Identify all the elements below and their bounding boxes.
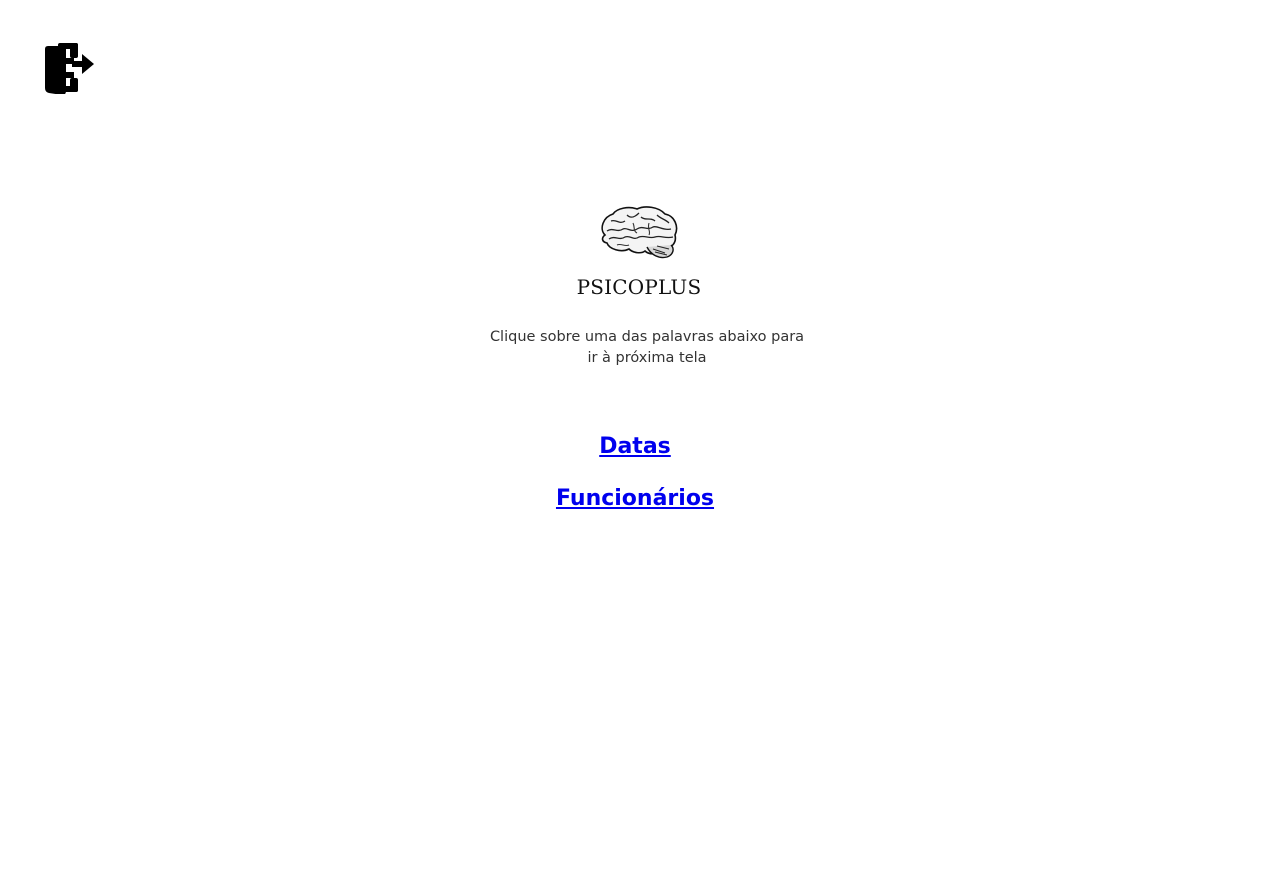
instructions-text: Clique sobre uma das palavras abaixo par… <box>489 329 805 366</box>
datas-link[interactable]: Datas <box>599 434 671 459</box>
logout-button[interactable] <box>44 42 96 94</box>
brain-icon <box>601 206 678 259</box>
nav-link-datas-container: Datas <box>0 434 1270 459</box>
brain-logo <box>597 205 679 261</box>
funcionarios-link[interactable]: Funcionários <box>556 486 714 511</box>
logout-icon <box>45 43 94 94</box>
app-title: PSICOPLUS <box>576 275 702 299</box>
nav-link-funcionarios-container: Funcionários <box>0 486 1270 511</box>
